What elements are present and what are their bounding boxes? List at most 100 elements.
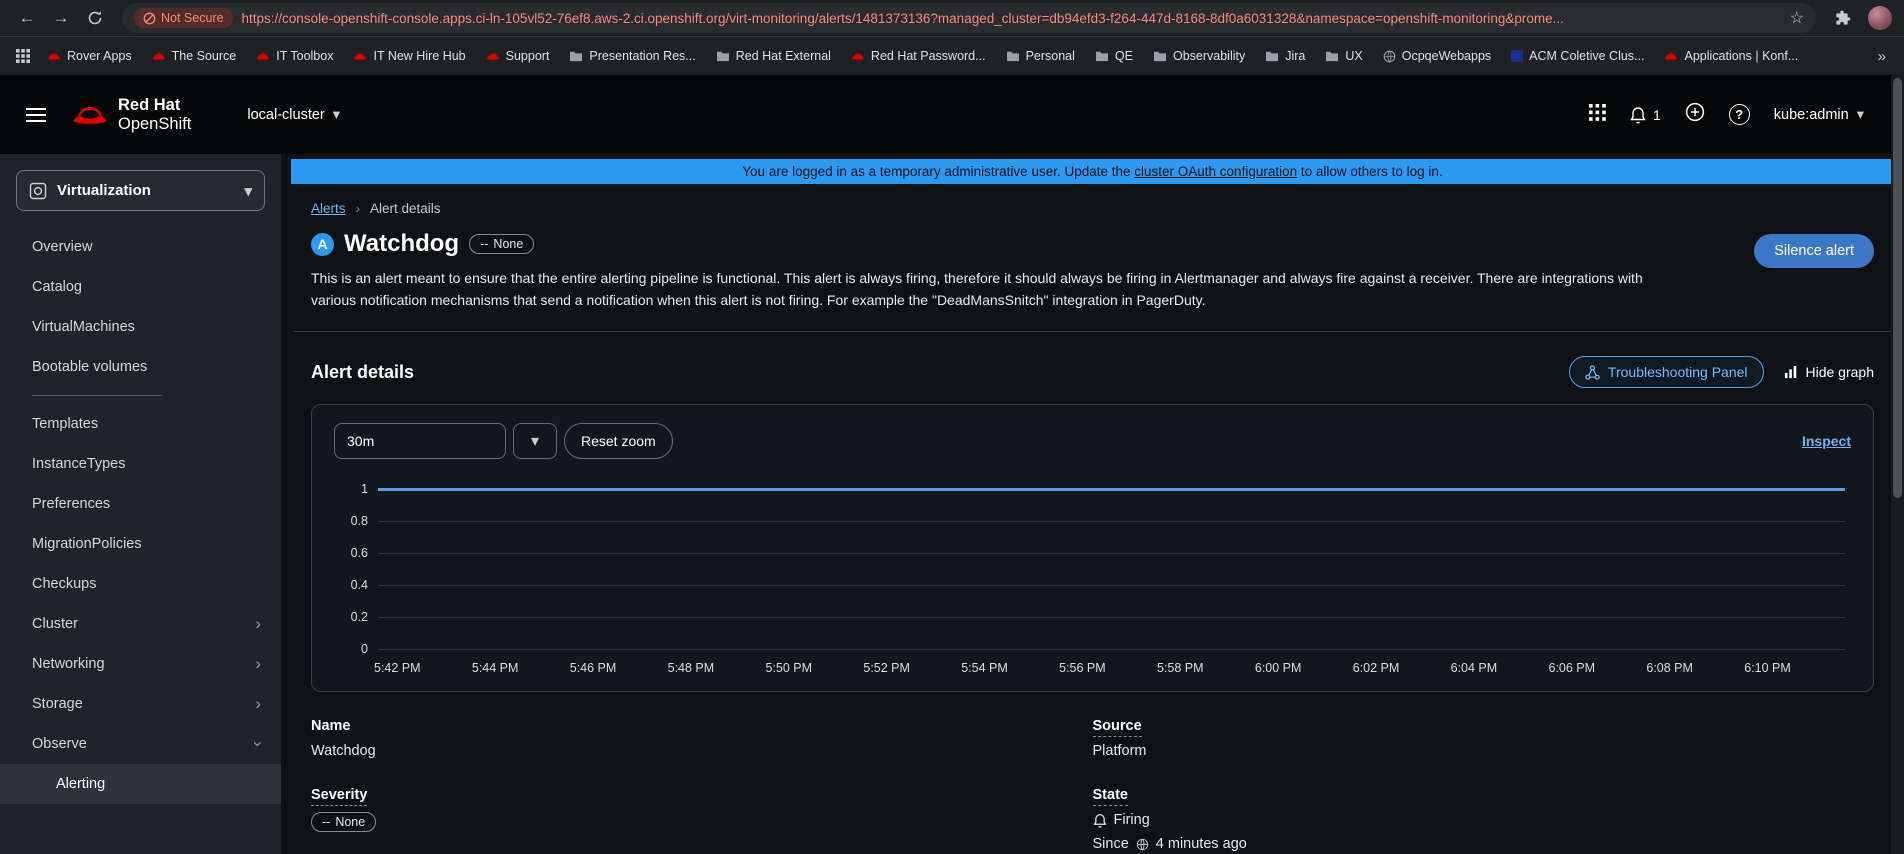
x-tick-label: 5:54 PM — [961, 661, 1008, 675]
bookmark-item[interactable]: QE — [1086, 45, 1142, 67]
browser-profile-avatar[interactable] — [1868, 6, 1892, 30]
field-state: State Firing Since 4 minutes ago — [1093, 787, 1875, 852]
sidebar-item-observe[interactable]: Observe — [0, 724, 281, 764]
alert-chart[interactable]: 1 0.8 0.6 0.4 0.2 0 — [378, 489, 1845, 649]
help-icon[interactable] — [1729, 104, 1750, 125]
firing-bell-icon — [1093, 813, 1107, 828]
alert-details-heading: Alert details — [311, 362, 414, 383]
page-title: Watchdog — [344, 230, 459, 258]
bookmark-item[interactable]: OcpqeWebapps — [1374, 45, 1500, 67]
y-tick-label: 0.6 — [351, 546, 368, 560]
alert-fields: Name Watchdog Source Platform Severity -… — [281, 692, 1904, 854]
sidebar-nav: Overview Catalog VirtualMachines Bootabl… — [0, 227, 281, 804]
address-bar[interactable]: Not Secure https://console-openshift-con… — [122, 3, 1816, 33]
folder-icon — [1095, 50, 1109, 62]
reset-zoom-button[interactable]: Reset zoom — [564, 423, 673, 459]
sidebar-item-migrationpolicies[interactable]: MigrationPolicies — [0, 524, 281, 564]
user-menu[interactable]: kube:admin — [1774, 107, 1864, 123]
x-tick-label: 6:02 PM — [1353, 661, 1400, 675]
perspective-switcher[interactable]: Virtualization — [16, 170, 265, 211]
redhat-icon — [1664, 51, 1678, 62]
redhat-icon — [851, 51, 865, 62]
x-tick-label: 6:08 PM — [1646, 661, 1693, 675]
breadcrumb-alerts-link[interactable]: Alerts — [311, 201, 346, 216]
brand-line1: Red Hat — [118, 96, 191, 114]
bookmark-item[interactable]: Observability — [1144, 45, 1254, 67]
breadcrumb-current: Alert details — [370, 201, 441, 216]
sidebar-item-checkups[interactable]: Checkups — [0, 564, 281, 604]
page-scrollbar[interactable] — [1891, 75, 1904, 854]
sidebar-item-bootable-volumes[interactable]: Bootable volumes — [0, 347, 281, 387]
sidebar-item-instancetypes[interactable]: InstanceTypes — [0, 444, 281, 484]
bookmark-item[interactable]: Applications | Konf... — [1655, 45, 1807, 67]
bookmark-item[interactable]: The Source — [143, 45, 246, 67]
sidebar: Virtualization Overview Catalog VirtualM… — [0, 154, 281, 854]
chevron-down-icon — [253, 741, 263, 747]
timespan-dropdown-button[interactable] — [513, 423, 557, 459]
back-icon[interactable] — [12, 3, 42, 33]
sidebar-item-alerting[interactable]: Alerting — [0, 764, 281, 804]
inspect-link[interactable]: Inspect — [1802, 433, 1851, 449]
severity-none-badge[interactable]: --None — [469, 234, 534, 254]
chevron-down-icon — [1857, 107, 1864, 123]
scrollbar-thumb[interactable] — [1893, 78, 1902, 498]
bookmark-item[interactable]: Personal — [997, 45, 1084, 67]
chevron-right-icon — [255, 619, 261, 629]
bookmark-item[interactable]: Rover Apps — [38, 45, 141, 67]
notifications-button[interactable]: 1 — [1630, 106, 1661, 124]
y-tick-label: 0 — [361, 642, 368, 656]
alert-details-header: Alert details Troubleshooting Panel Hide… — [281, 332, 1904, 392]
x-tick-label: 6:06 PM — [1549, 661, 1596, 675]
extensions-icon[interactable] — [1828, 3, 1858, 33]
source-label[interactable]: Source — [1093, 718, 1142, 737]
apps-grid-icon[interactable] — [10, 43, 36, 69]
silence-alert-button[interactable]: Silence alert — [1754, 234, 1874, 268]
sidebar-divider — [32, 395, 162, 396]
bookmark-item[interactable]: UX — [1316, 45, 1371, 67]
bookmark-star-icon[interactable] — [1790, 8, 1804, 28]
sidebar-item-storage[interactable]: Storage — [0, 684, 281, 724]
bookmark-item[interactable]: IT New Hire Hub — [344, 45, 474, 67]
brand-logo: Red HatOpenShift — [72, 96, 191, 133]
sidebar-item-virtualmachines[interactable]: VirtualMachines — [0, 307, 281, 347]
x-tick-label: 5:46 PM — [570, 661, 617, 675]
bookmark-item[interactable]: Red Hat External — [707, 45, 840, 67]
folder-icon — [1006, 50, 1020, 62]
x-tick-label: 6:00 PM — [1255, 661, 1302, 675]
severity-label[interactable]: Severity — [311, 787, 367, 806]
timespan-input[interactable]: 30m — [334, 423, 506, 459]
bookmark-item[interactable]: Red Hat Password... — [842, 45, 995, 67]
forward-icon[interactable] — [46, 3, 76, 33]
oauth-configuration-link[interactable]: cluster OAuth configuration — [1134, 164, 1297, 179]
sidebar-item-networking[interactable]: Networking — [0, 644, 281, 684]
quick-create-icon[interactable] — [1685, 102, 1705, 127]
sidebar-item-overview[interactable]: Overview — [0, 227, 281, 267]
cluster-selector[interactable]: local-cluster — [247, 107, 340, 123]
notification-count: 1 — [1653, 107, 1661, 123]
masthead: Red HatOpenShift local-cluster 1 kube:ad… — [0, 75, 1904, 154]
severity-none-badge[interactable]: --None — [311, 812, 376, 832]
severity-none-icon: -- — [480, 237, 488, 251]
x-tick-label: 5:52 PM — [863, 661, 910, 675]
bookmarks-overflow-icon[interactable] — [1870, 48, 1894, 65]
sidebar-item-cluster[interactable]: Cluster — [0, 604, 281, 644]
folder-icon — [1153, 50, 1167, 62]
bookmark-item[interactable]: Presentation Res... — [560, 45, 704, 67]
state-value: Firing — [1114, 812, 1150, 828]
bookmark-item[interactable]: Jira — [1256, 45, 1314, 67]
refresh-icon[interactable] — [80, 3, 110, 33]
bookmark-item[interactable]: ACM Coletive Clus... — [1502, 45, 1653, 67]
hide-graph-button[interactable]: Hide graph — [1784, 364, 1875, 380]
hamburger-menu-icon[interactable] — [26, 108, 46, 122]
state-label[interactable]: State — [1093, 787, 1128, 806]
troubleshooting-panel-button[interactable]: Troubleshooting Panel — [1569, 356, 1764, 388]
sidebar-item-catalog[interactable]: Catalog — [0, 267, 281, 307]
sidebar-item-templates[interactable]: Templates — [0, 404, 281, 444]
bookmark-item[interactable]: IT Toolbox — [247, 45, 342, 67]
sidebar-item-preferences[interactable]: Preferences — [0, 484, 281, 524]
name-value: Watchdog — [311, 743, 1093, 759]
app-launcher-icon[interactable] — [1589, 104, 1606, 126]
not-secure-chip[interactable]: Not Secure — [134, 8, 233, 28]
redhat-icon — [353, 51, 367, 62]
bookmark-item[interactable]: Support — [477, 45, 559, 67]
